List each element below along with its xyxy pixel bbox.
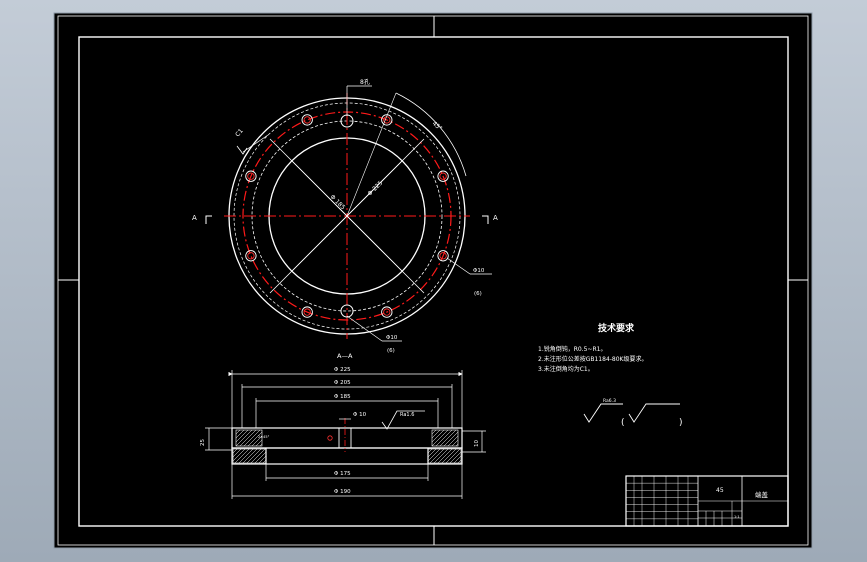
right-hole-subtext: (6) — [474, 291, 482, 297]
section-dim-bottom1: Φ 175 — [334, 471, 351, 477]
section-label-right: A — [493, 214, 498, 222]
title-block-scale: 1:1 — [734, 515, 740, 519]
note-line-2: 2.未注形位公差按GB1184-80K级要求。 — [538, 355, 648, 363]
right-hole-text: Φ10 — [473, 268, 485, 274]
section-dim-top1: Φ 225 — [334, 367, 351, 373]
section-dim-top3: Φ 185 — [334, 394, 351, 400]
roughness-symbol-label: Ra6.3 — [603, 398, 616, 404]
section-dim-height-right: 10 — [474, 440, 480, 447]
section-dim-top2: Φ 205 — [334, 380, 351, 386]
note-line-3: 3.未注倒角均为C1。 — [538, 365, 594, 373]
section-dim-hole: Φ 10 — [353, 412, 367, 418]
bottom-hole-text: Φ10 — [386, 335, 398, 341]
roughness-paren-close: ) — [679, 418, 683, 428]
hole-callout-text: 8孔 — [360, 78, 370, 86]
section-title: A—A — [337, 352, 353, 360]
note-line-1: 1.锐角倒钝，R0.5~R1。 — [538, 345, 606, 353]
title-block-material: 45 — [716, 487, 724, 494]
roughness-paren-open: ( — [621, 418, 625, 428]
cad-viewport: 45° 8孔 C1 Φ 185 Φ 225 Φ10 (6) Φ10 (6) A … — [53, 12, 813, 549]
notes-title: 技术要求 — [598, 322, 635, 334]
section-dim-bottom2: Φ 190 — [334, 489, 351, 495]
section-small-tag: 2×45° — [258, 435, 270, 439]
bottom-hole-subtext: (6) — [387, 348, 395, 354]
drawing-sheet — [53, 12, 813, 549]
title-block-part-name: 端盖 — [755, 490, 769, 499]
section-label-left: A — [192, 214, 197, 222]
section-dim-height-left: 25 — [200, 439, 206, 446]
section-roughness-text: Ra1.6 — [400, 412, 414, 418]
